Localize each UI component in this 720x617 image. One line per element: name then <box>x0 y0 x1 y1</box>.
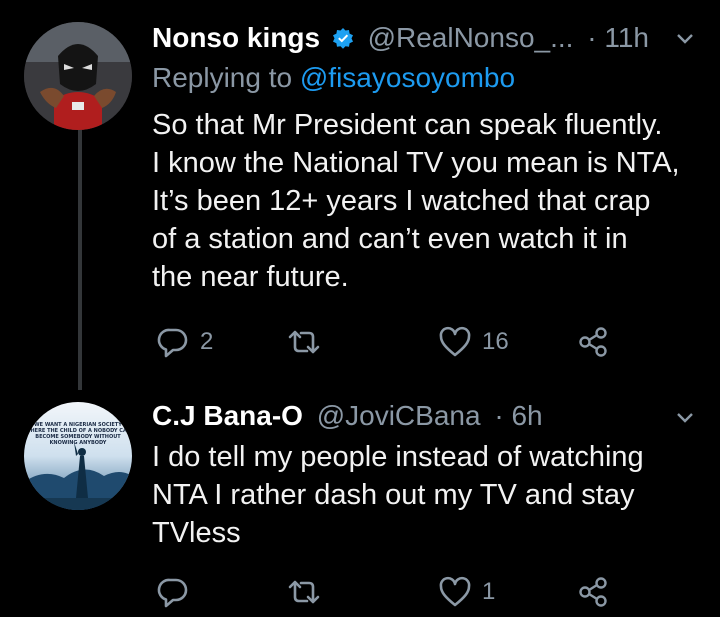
tweet-text: I do tell my people instead of watching … <box>152 438 712 552</box>
tweet-text-line: So that Mr President can speak fluently. <box>152 109 663 141</box>
retweet-button[interactable] <box>286 322 332 362</box>
display-name[interactable]: Nonso kings <box>152 22 320 53</box>
replying-to-mention[interactable]: @fisayosoyombo <box>300 62 515 93</box>
verified-badge-icon <box>332 24 354 56</box>
replying-to: Replying to @fisayosoyombo <box>152 62 515 94</box>
like-button[interactable]: 1 <box>438 572 495 612</box>
timestamp[interactable]: · 6h <box>494 400 542 431</box>
user-handle[interactable]: @JoviCBana <box>317 400 481 431</box>
like-icon <box>438 576 472 608</box>
retweet-icon <box>286 575 322 609</box>
tweet-header: Nonso kings @RealNonso_... · 11h <box>152 22 649 56</box>
replying-to-label: Replying to <box>152 62 293 93</box>
like-button[interactable]: 16 <box>438 322 509 362</box>
share-icon <box>576 575 610 609</box>
like-count: 1 <box>482 578 496 605</box>
chevron-down-icon[interactable] <box>674 27 696 49</box>
avatar[interactable]: WE WANT A NIGERIAN SOCIETY WHERE THE CHI… <box>24 402 132 510</box>
reply-icon <box>156 575 190 609</box>
like-count: 16 <box>482 328 509 355</box>
tweet-text: So that Mr President can speak fluently.… <box>152 106 712 296</box>
display-name[interactable]: C.J Bana-O <box>152 400 303 431</box>
avatar-image <box>24 402 132 510</box>
share-icon <box>576 325 610 359</box>
retweet-icon <box>286 325 322 359</box>
avatar[interactable] <box>24 22 132 130</box>
avatar-image <box>24 22 132 130</box>
tweet-header: C.J Bana-O @JoviCBana · 6h <box>152 400 543 432</box>
like-icon <box>438 326 472 358</box>
reply-button[interactable]: 2 <box>156 322 213 362</box>
tweet-text-line: It’s been 12+ years I watched that crap <box>152 185 651 217</box>
retweet-button[interactable] <box>286 572 332 612</box>
share-button[interactable] <box>576 322 610 362</box>
tweet-actions: 2 16 <box>152 322 712 362</box>
tweet-text-line: the near future. <box>152 261 349 293</box>
reply-icon <box>156 325 190 359</box>
tweet-text-line: I know the National TV you mean is NTA, <box>152 147 680 179</box>
tweet-text-line: I do tell my people instead of watching <box>152 441 644 473</box>
tweet-2[interactable]: WE WANT A NIGERIAN SOCIETY WHERE THE CHI… <box>0 390 720 617</box>
tweet-1[interactable]: Nonso kings @RealNonso_... · 11h Replyin… <box>0 0 720 390</box>
share-button[interactable] <box>576 572 610 612</box>
chevron-down-icon[interactable] <box>674 406 696 428</box>
tweet-text-line: NTA I rather dash out my TV and stay <box>152 479 635 511</box>
reply-count: 2 <box>200 328 214 355</box>
tweet-actions: 1 <box>152 572 712 612</box>
tweet-text-line: TVless <box>152 517 241 549</box>
avatar-overlay-text: WE WANT A NIGERIAN SOCIETY WHERE THE CHI… <box>24 422 132 446</box>
timestamp[interactable]: · 11h <box>587 22 649 53</box>
reply-button[interactable] <box>156 572 200 612</box>
user-handle[interactable]: @RealNonso_... <box>368 22 574 53</box>
tweet-text-line: of a station and can’t even watch it in <box>152 223 628 255</box>
